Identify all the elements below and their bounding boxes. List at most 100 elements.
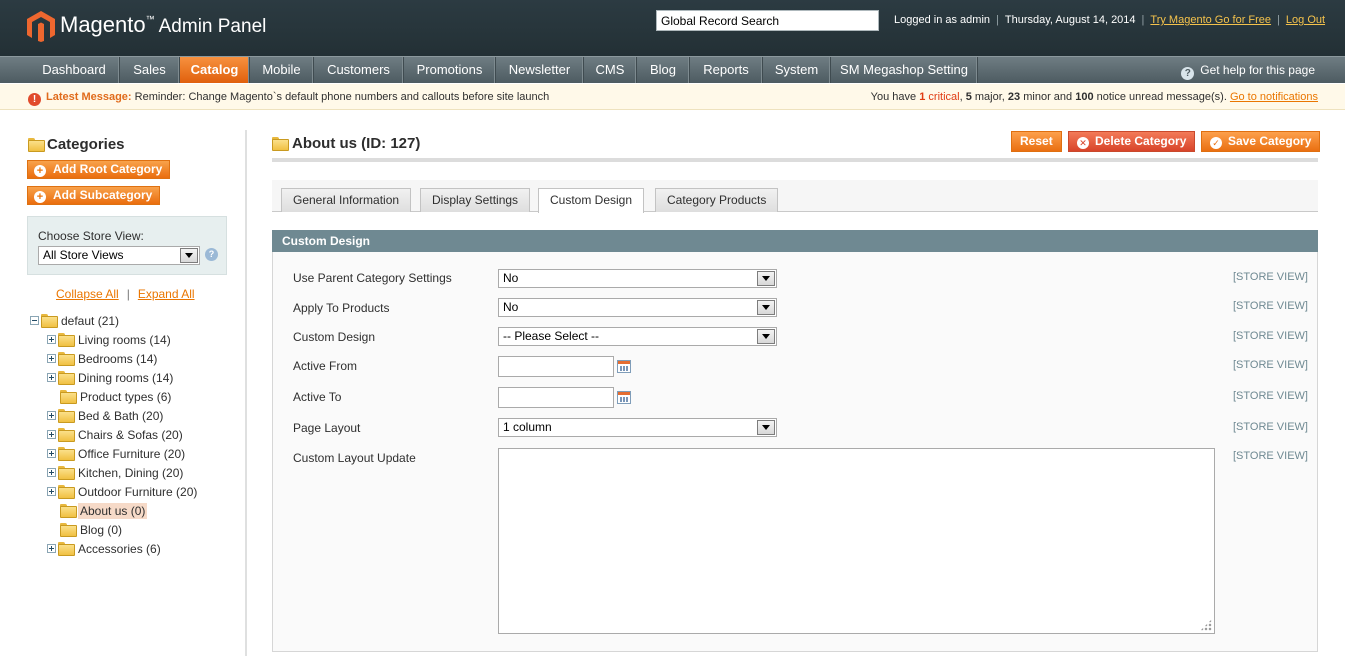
apply-to-products-label: Apply To Products — [293, 301, 390, 315]
use-parent-settings-select[interactable]: No — [498, 269, 777, 288]
scope-label: [STORE VIEW] — [1233, 390, 1308, 402]
question-help-icon[interactable]: ? — [205, 248, 218, 261]
use-parent-settings-label: Use Parent Category Settings — [293, 271, 452, 285]
tree-item[interactable]: Product types (6) — [47, 388, 173, 407]
tab-category-products[interactable]: Category Products — [655, 188, 779, 212]
latest-message: ! Latest Message: Reminder: Change Magent… — [28, 84, 549, 110]
nav-cms[interactable]: CMS — [584, 57, 637, 83]
scope-label: [STORE VIEW] — [1233, 271, 1308, 283]
scope-label: [STORE VIEW] — [1233, 450, 1308, 462]
calendar-icon[interactable] — [617, 391, 631, 404]
tree-item[interactable]: Outdoor Furniture (20) — [47, 483, 199, 502]
go-to-notifications-link[interactable]: Go to notifications — [1230, 91, 1318, 103]
calendar-icon[interactable] — [617, 360, 631, 373]
nav-dashboard[interactable]: Dashboard — [29, 57, 120, 83]
nav-sm-megashop-setting[interactable]: SM Megashop Setting — [831, 57, 978, 83]
custom-design-select[interactable]: -- Please Select -- — [498, 327, 777, 346]
expand-plus-icon[interactable] — [47, 430, 56, 439]
nav-newsletter[interactable]: Newsletter — [496, 57, 584, 83]
tree-item[interactable]: Bedrooms (14) — [47, 350, 159, 369]
active-to-input[interactable] — [498, 387, 614, 408]
tree-item-label: About us (0) — [78, 503, 148, 519]
notice-label: notice unread message(s). — [1096, 91, 1227, 103]
tab-general-information[interactable]: General Information — [281, 188, 412, 212]
try-magento-go-link[interactable]: Try Magento Go for Free — [1150, 14, 1271, 26]
dropdown-arrow-icon — [757, 271, 775, 286]
add-root-category-button[interactable]: + Add Root Category — [27, 160, 171, 179]
expand-plus-icon[interactable] — [47, 373, 56, 382]
tree-item-label: Blog (0) — [80, 523, 123, 537]
minor-label: minor and — [1023, 91, 1073, 103]
main-nav: Dashboard Sales Catalog Mobile Customers… — [0, 56, 1345, 83]
help-icon: ? — [1181, 67, 1195, 80]
tree-item-label: Bed & Bath (20) — [78, 409, 164, 423]
delete-category-button[interactable]: ✕ Delete Category — [1068, 131, 1196, 152]
global-search-input[interactable] — [656, 10, 879, 31]
resize-grip-icon[interactable] — [1200, 619, 1212, 631]
apply-to-products-select[interactable]: No — [498, 298, 777, 317]
nav-customers[interactable]: Customers — [314, 57, 404, 83]
tree-item[interactable]: defaut (21) — [30, 312, 121, 331]
add-subcategory-button[interactable]: + Add Subcategory — [27, 186, 161, 205]
tree-item-label: Product types (6) — [80, 390, 172, 404]
logged-in-text: Logged in as admin — [894, 14, 991, 26]
tree-item[interactable]: Bed & Bath (20) — [47, 407, 165, 426]
expand-plus-icon[interactable] — [47, 449, 56, 458]
nav-catalog[interactable]: Catalog — [180, 57, 250, 83]
major-label: major, — [974, 91, 1005, 103]
page-title-text: About us (ID: 127) — [292, 135, 421, 152]
tree-item-label: Dining rooms (14) — [78, 371, 174, 385]
nav-reports[interactable]: Reports — [690, 57, 763, 83]
custom-design-label: Custom Design — [293, 330, 376, 344]
collapse-minus-icon[interactable] — [30, 316, 39, 325]
nav-promotions[interactable]: Promotions — [404, 57, 496, 83]
logout-link[interactable]: Log Out — [1286, 14, 1325, 26]
admin-header: Magento™Admin Panel Logged in as admin | T… — [0, 0, 1345, 56]
store-view-value: All Store Views — [43, 248, 124, 262]
expand-plus-icon[interactable] — [47, 487, 56, 496]
tree-item[interactable]: Blog (0) — [47, 521, 124, 540]
header-user-info: Logged in as admin | Thursday, August 14, … — [894, 14, 1325, 26]
nav-blog[interactable]: Blog — [637, 57, 690, 83]
custom-layout-update-textarea[interactable] — [498, 448, 1215, 634]
folder-icon — [41, 314, 58, 328]
categories-title-text: Categories — [47, 136, 125, 153]
tree-item-label: Office Furniture (20) — [78, 447, 186, 461]
help-link[interactable]: ? Get help for this page — [1181, 57, 1315, 83]
tree-item[interactable]: Chairs & Sofas (20) — [47, 426, 185, 445]
active-from-label: Active From — [293, 359, 358, 373]
brand-title[interactable]: Magento™ Admin Panel — [60, 12, 266, 38]
folder-icon — [58, 352, 75, 366]
custom-design-value: -- Please Select -- — [503, 329, 600, 343]
nav-mobile[interactable]: Mobile — [250, 57, 314, 83]
save-category-button[interactable]: ✓ Save Category — [1201, 131, 1321, 152]
page-layout-label: Page Layout — [293, 421, 361, 435]
tree-item[interactable]: Living rooms (14) — [47, 331, 173, 350]
expand-plus-icon[interactable] — [47, 411, 56, 420]
add-subcategory-label: Add Subcategory — [53, 188, 153, 202]
expand-plus-icon[interactable] — [47, 335, 56, 344]
dropdown-arrow-icon — [757, 300, 775, 315]
tab-display-settings[interactable]: Display Settings — [420, 188, 531, 212]
tab-custom-design[interactable]: Custom Design — [538, 188, 645, 213]
folder-icon — [60, 504, 77, 518]
reset-button[interactable]: Reset — [1011, 131, 1062, 152]
tree-item[interactable]: Accessories (6) — [47, 540, 163, 559]
tree-item[interactable]: Office Furniture (20) — [47, 445, 187, 464]
tree-item[interactable]: About us (0) — [47, 502, 148, 521]
tree-item[interactable]: Dining rooms (14) — [47, 369, 175, 388]
page-layout-select[interactable]: 1 column — [498, 418, 777, 437]
active-from-input[interactable] — [498, 356, 614, 377]
expand-plus-icon[interactable] — [47, 354, 56, 363]
expand-plus-icon[interactable] — [47, 468, 56, 477]
tree-item-label: Kitchen, Dining (20) — [78, 466, 184, 480]
collapse-all-link[interactable]: Collapse All — [56, 287, 119, 301]
dropdown-arrow-icon — [757, 420, 775, 435]
nav-sales[interactable]: Sales — [120, 57, 180, 83]
expand-plus-icon[interactable] — [47, 544, 56, 553]
tree-item[interactable]: Kitchen, Dining (20) — [47, 464, 185, 483]
nav-system[interactable]: System — [763, 57, 831, 83]
expand-all-link[interactable]: Expand All — [138, 287, 195, 301]
folder-icon — [60, 390, 77, 404]
store-view-select[interactable]: All Store Views — [38, 246, 200, 265]
